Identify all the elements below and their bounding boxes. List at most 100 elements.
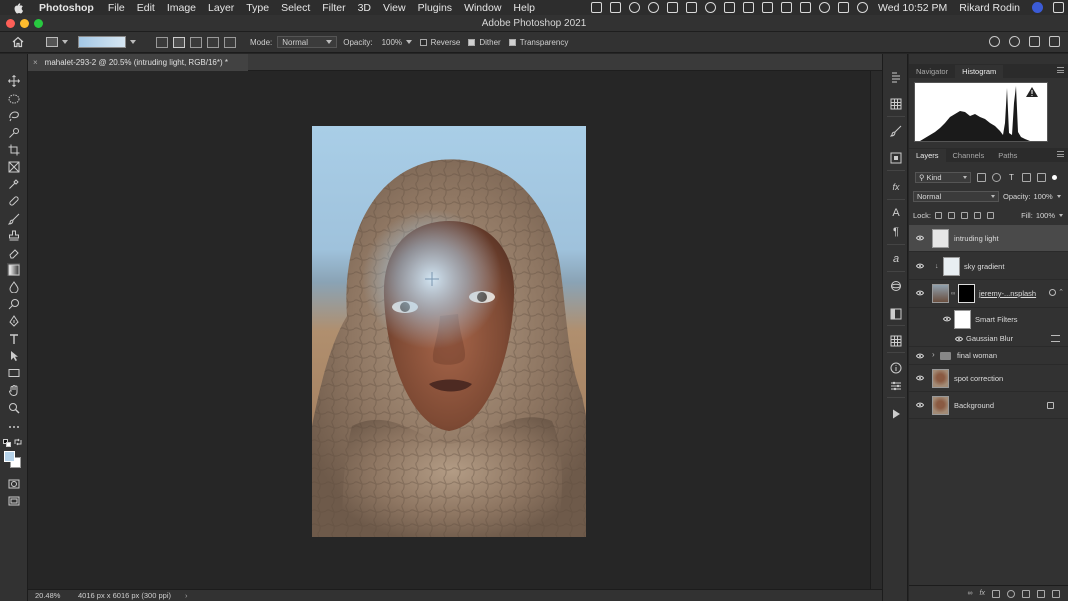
smart-filters-row[interactable]: Smart Filters [909, 308, 1068, 331]
creative-cloud-icon[interactable] [629, 2, 641, 13]
tab-paths[interactable]: Paths [991, 149, 1024, 162]
tool-preset-picker[interactable] [46, 37, 58, 47]
menu-app-name[interactable]: Photoshop [33, 2, 102, 14]
fill-value[interactable]: 100% [1036, 211, 1055, 220]
grid-panel-icon[interactable] [890, 335, 902, 347]
new-layer-icon[interactable] [1037, 589, 1045, 598]
volume-icon[interactable] [762, 2, 774, 13]
filter-toggle-icon[interactable] [1052, 174, 1057, 180]
menu-plugins[interactable]: Plugins [412, 2, 458, 14]
airplay-icon[interactable] [838, 2, 850, 13]
chevron-right-icon[interactable]: › [932, 350, 935, 359]
lock-image-icon[interactable] [947, 211, 955, 219]
control-center-icon[interactable] [1053, 2, 1064, 13]
lock-transparent-icon[interactable] [934, 211, 942, 219]
hand-tool-icon[interactable] [7, 383, 20, 396]
lock-position-icon[interactable] [960, 211, 968, 219]
menu-layer[interactable]: Layer [202, 2, 240, 14]
filter-type-icon[interactable]: T [1007, 173, 1016, 182]
screen-record-icon[interactable] [591, 2, 603, 13]
bluetooth-icon[interactable] [781, 2, 793, 13]
chevron-up-icon[interactable]: ⌃ [1058, 288, 1064, 296]
actions-panel-icon[interactable] [890, 408, 902, 420]
fx-styles-icon[interactable]: fx [890, 181, 902, 193]
share-icon[interactable] [1049, 36, 1060, 47]
filter-adjustment-icon[interactable] [992, 172, 1001, 182]
menu-bar-clock[interactable]: Wed 10:52 PM [878, 2, 947, 14]
dither-checkbox[interactable] [468, 38, 476, 46]
lock-icon[interactable] [1047, 402, 1054, 409]
zoom-level[interactable]: 20.48% [35, 591, 69, 600]
menu-select[interactable]: Select [275, 2, 316, 14]
brush-settings-icon[interactable] [890, 125, 902, 137]
glyphs-panel-icon[interactable]: a [890, 253, 902, 265]
zoom-tool-icon[interactable] [7, 401, 20, 414]
menu-view[interactable]: View [377, 2, 412, 14]
filter-kind-select[interactable]: ⚲ Kind [915, 171, 971, 183]
dodge-tool-icon[interactable] [7, 297, 20, 310]
tab-navigator[interactable]: Navigator [909, 65, 955, 78]
panel-menu-icon[interactable] [1057, 67, 1064, 73]
crop-tool-icon[interactable] [7, 143, 20, 156]
brush-tool-icon[interactable] [7, 212, 20, 225]
menu-image[interactable]: Image [161, 2, 202, 14]
screen-mode-icon[interactable] [7, 494, 20, 507]
layer-style-icon[interactable]: fx [980, 590, 985, 597]
tab-layers[interactable]: Layers [909, 149, 946, 162]
gradient-picker[interactable] [78, 36, 126, 48]
reflected-gradient-button[interactable] [207, 36, 219, 48]
eye-icon[interactable] [943, 316, 951, 322]
3d-panel-icon[interactable] [890, 280, 902, 292]
mode-select[interactable]: Normal [277, 36, 338, 48]
document-image[interactable] [312, 126, 586, 537]
rectangle-tool-icon[interactable] [7, 366, 20, 379]
layer-row[interactable]: intruding light [909, 225, 1068, 252]
sync-icon[interactable] [648, 2, 660, 13]
eraser-tool-icon[interactable] [7, 246, 20, 259]
history-panel-icon[interactable] [890, 71, 902, 83]
blur-tool-icon[interactable] [7, 280, 20, 293]
eye-icon[interactable] [916, 402, 924, 408]
gradient-dropdown-icon[interactable] [130, 40, 136, 44]
link-icon[interactable]: ∞ [951, 291, 955, 297]
frame-tool-icon[interactable] [7, 160, 20, 173]
close-tab-icon[interactable]: × [33, 58, 38, 67]
lock-artboard-icon[interactable] [973, 211, 981, 219]
clone-stamp-tool-icon[interactable] [7, 229, 20, 242]
canvas-scroll-strip[interactable] [870, 71, 882, 589]
wifi-icon[interactable] [857, 2, 869, 13]
clone-source-icon[interactable] [890, 152, 902, 164]
eye-icon[interactable] [916, 263, 924, 269]
reverse-checkbox[interactable] [419, 38, 427, 46]
layer-row[interactable]: ↓ sky gradient [909, 253, 1068, 280]
menu-edit[interactable]: Edit [131, 2, 161, 14]
swatches-panel-icon[interactable] [890, 98, 902, 110]
adjustment-layer-icon[interactable] [1007, 589, 1015, 598]
home-icon[interactable] [12, 36, 24, 48]
layer-row[interactable]: spot correction [909, 365, 1068, 392]
link-layers-icon[interactable]: ∞ [968, 590, 973, 597]
path-selection-tool-icon[interactable] [7, 349, 20, 362]
filter-blending-options-icon[interactable] [1051, 335, 1060, 342]
move-tool-icon[interactable] [7, 74, 20, 87]
eye-icon[interactable] [916, 353, 924, 359]
menu-file[interactable]: File [102, 2, 131, 14]
trash-icon[interactable] [1052, 589, 1060, 598]
layer-opacity-value[interactable]: 100% [1034, 192, 1053, 201]
panel-menu-icon[interactable] [1057, 151, 1064, 157]
eye-icon[interactable] [916, 375, 924, 381]
linear-gradient-button[interactable] [156, 36, 168, 48]
lasso-tool-icon[interactable] [7, 109, 20, 122]
chevron-down-icon[interactable] [1056, 194, 1061, 198]
type-tool-icon[interactable] [7, 332, 20, 345]
quick-mask-icon[interactable] [7, 477, 20, 490]
menu-3d[interactable]: 3D [352, 2, 377, 14]
chevron-down-icon[interactable] [62, 40, 68, 44]
filter-row[interactable]: Gaussian Blur [909, 331, 1068, 347]
menu-bar-user[interactable]: Rikard Rodin [959, 2, 1020, 14]
tab-histogram[interactable]: Histogram [955, 65, 1004, 78]
user-avatar[interactable] [1032, 2, 1043, 13]
diamond-gradient-button[interactable] [224, 36, 236, 48]
menu-filter[interactable]: Filter [316, 2, 351, 14]
learn-icon[interactable] [989, 36, 1000, 47]
